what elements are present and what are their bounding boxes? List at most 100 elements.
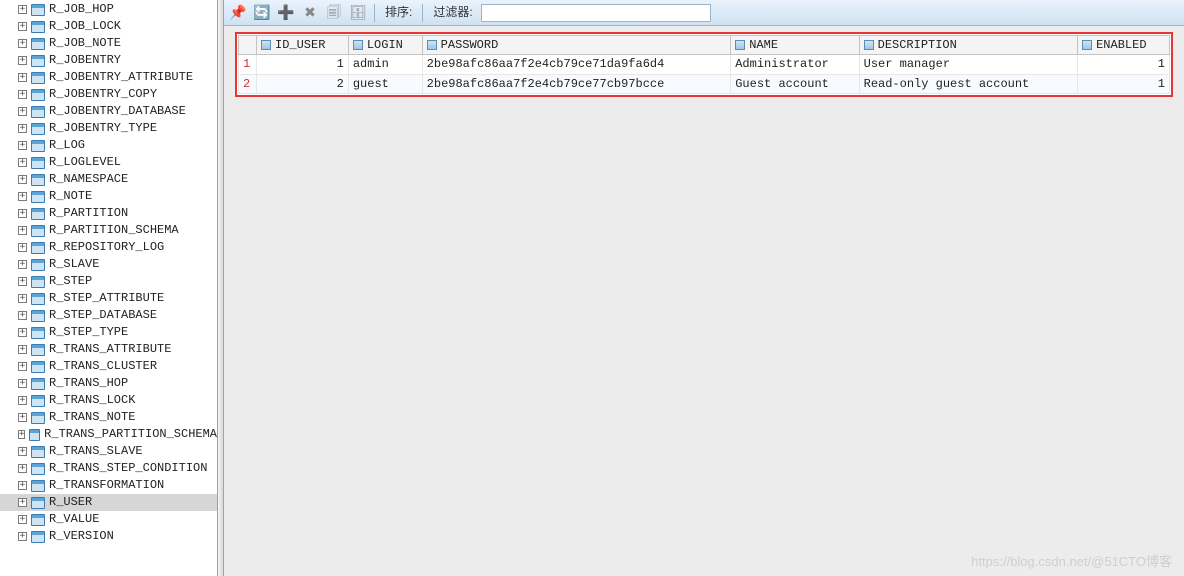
tree-item-r_step_type[interactable]: R_STEP_TYPE <box>0 324 217 341</box>
tree-item-r_step_attribute[interactable]: R_STEP_ATTRIBUTE <box>0 290 217 307</box>
delete-row-icon[interactable]: ✖ <box>300 3 320 23</box>
cell-description[interactable]: Read-only guest account <box>859 74 1077 93</box>
refresh-icon[interactable]: 🔄 <box>252 3 272 23</box>
expand-icon[interactable] <box>18 260 27 269</box>
expand-icon[interactable] <box>18 192 27 201</box>
tree-item-label: R_JOBENTRY_ATTRIBUTE <box>49 70 193 84</box>
tree-item-r_trans_attribute[interactable]: R_TRANS_ATTRIBUTE <box>0 341 217 358</box>
tree-item-r_trans_lock[interactable]: R_TRANS_LOCK <box>0 392 217 409</box>
tree-item-r_note[interactable]: R_NOTE <box>0 188 217 205</box>
expand-icon[interactable] <box>18 481 27 490</box>
table-row[interactable]: 11admin2be98afc86aa7f2e4cb79ce71da9fa6d4… <box>239 55 1170 74</box>
expand-icon[interactable] <box>18 345 27 354</box>
expand-icon[interactable] <box>18 56 27 65</box>
expand-icon[interactable] <box>18 396 27 405</box>
expand-icon[interactable] <box>18 379 27 388</box>
tree-item-r_log[interactable]: R_LOG <box>0 137 217 154</box>
cell-description[interactable]: User manager <box>859 55 1077 74</box>
col-description[interactable]: DESCRIPTION <box>859 36 1077 55</box>
tree-item-r_jobentry_copy[interactable]: R_JOBENTRY_COPY <box>0 86 217 103</box>
tree-item-r_jobentry[interactable]: R_JOBENTRY <box>0 52 217 69</box>
col-name[interactable]: NAME <box>731 36 859 55</box>
expand-icon[interactable] <box>18 498 27 507</box>
cell-login[interactable]: guest <box>348 74 422 93</box>
tree-item-r_partition_schema[interactable]: R_PARTITION_SCHEMA <box>0 222 217 239</box>
cell-enabled[interactable]: 1 <box>1078 55 1170 74</box>
expand-icon[interactable] <box>18 447 27 456</box>
tree-item-r_trans_cluster[interactable]: R_TRANS_CLUSTER <box>0 358 217 375</box>
tree-item-r_repository_log[interactable]: R_REPOSITORY_LOG <box>0 239 217 256</box>
col-id_user[interactable]: ID_USER <box>257 36 349 55</box>
cell-id_user[interactable]: 2 <box>257 74 349 93</box>
expand-icon[interactable] <box>18 328 27 337</box>
cell-password[interactable]: 2be98afc86aa7f2e4cb79ce71da9fa6d4 <box>422 55 731 74</box>
cell-name[interactable]: Guest account <box>731 74 859 93</box>
tree-item-r_slave[interactable]: R_SLAVE <box>0 256 217 273</box>
tree-item-r_step[interactable]: R_STEP <box>0 273 217 290</box>
expand-icon[interactable] <box>18 158 27 167</box>
tree-item-r_namespace[interactable]: R_NAMESPACE <box>0 171 217 188</box>
commit-icon[interactable]: 🗄 <box>348 3 368 23</box>
expand-icon[interactable] <box>18 413 27 422</box>
tree-item-r_trans_note[interactable]: R_TRANS_NOTE <box>0 409 217 426</box>
tree-item-r_trans_step_condition[interactable]: R_TRANS_STEP_CONDITION <box>0 460 217 477</box>
expand-icon[interactable] <box>18 22 27 31</box>
cell-login[interactable]: admin <box>348 55 422 74</box>
expand-icon[interactable] <box>18 5 27 14</box>
table-icon <box>31 446 45 458</box>
col-enabled[interactable]: ENABLED <box>1078 36 1170 55</box>
expand-icon[interactable] <box>18 532 27 541</box>
cell-id_user[interactable]: 1 <box>257 55 349 74</box>
tree-item-r_job_lock[interactable]: R_JOB_LOCK <box>0 18 217 35</box>
tree-item-r_jobentry_attribute[interactable]: R_JOBENTRY_ATTRIBUTE <box>0 69 217 86</box>
cell-name[interactable]: Administrator <box>731 55 859 74</box>
tree-item-r_partition[interactable]: R_PARTITION <box>0 205 217 222</box>
tree-pane[interactable]: R_JOB_HOPR_JOB_LOCKR_JOB_NOTER_JOBENTRYR… <box>0 0 218 576</box>
tree-item-r_transformation[interactable]: R_TRANSFORMATION <box>0 477 217 494</box>
expand-icon[interactable] <box>18 226 27 235</box>
tree-item-r_loglevel[interactable]: R_LOGLEVEL <box>0 154 217 171</box>
tree-item-r_step_database[interactable]: R_STEP_DATABASE <box>0 307 217 324</box>
expand-icon[interactable] <box>18 175 27 184</box>
expand-icon[interactable] <box>18 73 27 82</box>
table-icon <box>31 106 45 118</box>
tree-item-r_version[interactable]: R_VERSION <box>0 528 217 545</box>
expand-icon[interactable] <box>18 311 27 320</box>
data-grid[interactable]: ID_USERLOGINPASSWORDNAMEDESCRIPTIONENABL… <box>238 35 1170 94</box>
tree-item-r_trans_slave[interactable]: R_TRANS_SLAVE <box>0 443 217 460</box>
tree-item-r_jobentry_database[interactable]: R_JOBENTRY_DATABASE <box>0 103 217 120</box>
tree-item-label: R_USER <box>49 495 92 509</box>
expand-icon[interactable] <box>18 107 27 116</box>
cell-password[interactable]: 2be98afc86aa7f2e4cb79ce77cb97bcce <box>422 74 731 93</box>
expand-icon[interactable] <box>18 362 27 371</box>
tree-item-r_job_hop[interactable]: R_JOB_HOP <box>0 1 217 18</box>
expand-icon[interactable] <box>18 141 27 150</box>
table-icon <box>31 531 45 543</box>
table-icon <box>31 310 45 322</box>
table-row[interactable]: 22guest2be98afc86aa7f2e4cb79ce77cb97bcce… <box>239 74 1170 93</box>
tree-item-r_user[interactable]: R_USER <box>0 494 217 511</box>
tree-item-r_trans_partition_schema[interactable]: R_TRANS_PARTITION_SCHEMA <box>0 426 217 443</box>
table-icon <box>31 395 45 407</box>
cell-enabled[interactable]: 1 <box>1078 74 1170 93</box>
col-password[interactable]: PASSWORD <box>422 36 731 55</box>
expand-icon[interactable] <box>18 430 25 439</box>
pin-icon[interactable]: 📌 <box>228 3 248 23</box>
tree-item-r_jobentry_type[interactable]: R_JOBENTRY_TYPE <box>0 120 217 137</box>
filter-input[interactable] <box>481 4 711 22</box>
expand-icon[interactable] <box>18 124 27 133</box>
expand-icon[interactable] <box>18 294 27 303</box>
col-login[interactable]: LOGIN <box>348 36 422 55</box>
copy-icon[interactable]: 🗐 <box>324 3 344 23</box>
expand-icon[interactable] <box>18 209 27 218</box>
expand-icon[interactable] <box>18 464 27 473</box>
tree-item-r_job_note[interactable]: R_JOB_NOTE <box>0 35 217 52</box>
expand-icon[interactable] <box>18 515 27 524</box>
expand-icon[interactable] <box>18 277 27 286</box>
tree-item-r_value[interactable]: R_VALUE <box>0 511 217 528</box>
expand-icon[interactable] <box>18 243 27 252</box>
add-row-icon[interactable]: ➕ <box>276 3 296 23</box>
expand-icon[interactable] <box>18 39 27 48</box>
tree-item-r_trans_hop[interactable]: R_TRANS_HOP <box>0 375 217 392</box>
expand-icon[interactable] <box>18 90 27 99</box>
